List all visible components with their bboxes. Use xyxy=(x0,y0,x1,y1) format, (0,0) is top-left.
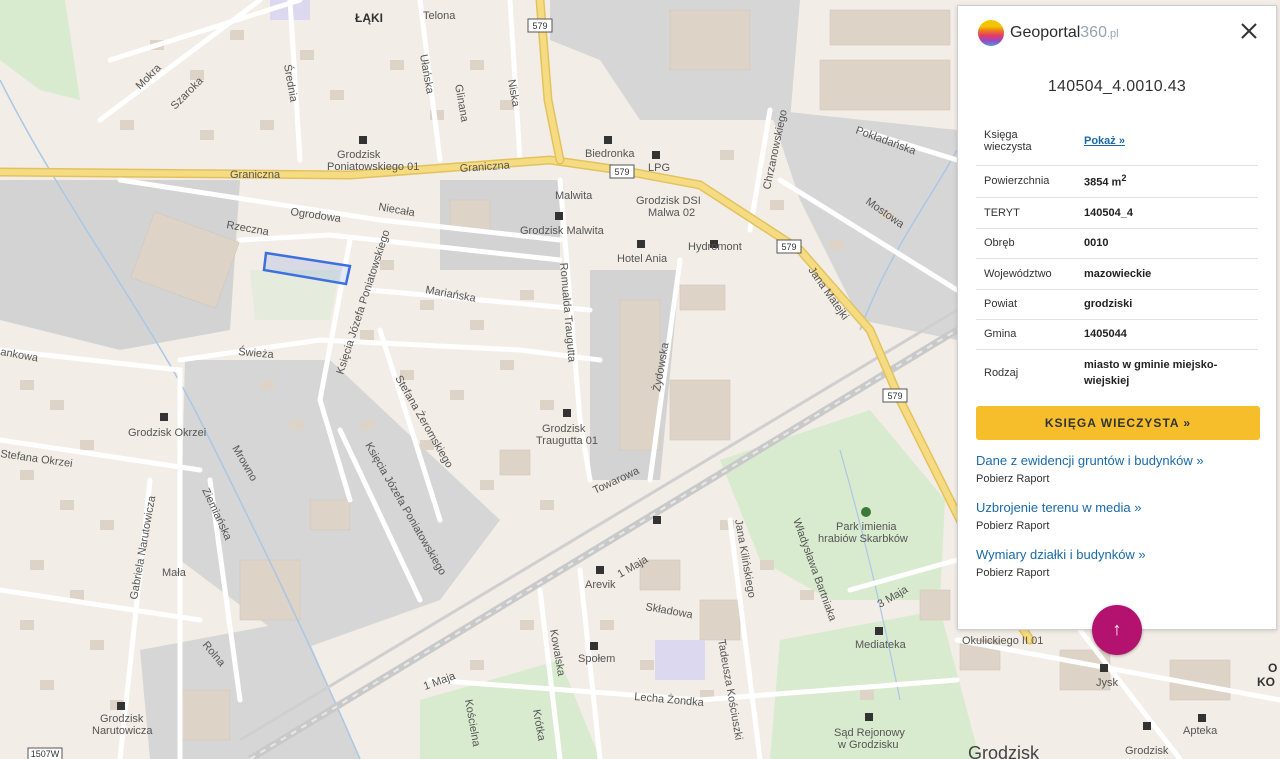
close-button[interactable] xyxy=(1238,20,1260,42)
show-land-register-link[interactable]: Pokaż » xyxy=(1084,135,1125,147)
map-label: Grodzisk xyxy=(968,743,1040,759)
info-key: Powierzchnia xyxy=(976,165,1076,198)
info-key: TERYT xyxy=(976,197,1076,229)
logo-num: 360 xyxy=(1080,24,1107,41)
info-row: Obręb 0010 xyxy=(976,228,1258,259)
info-value: Pokaż » xyxy=(1076,117,1258,166)
svg-text:1507W: 1507W xyxy=(31,749,60,759)
report-block: Dane z ewidencji gruntów i budynków » Po… xyxy=(976,453,1266,485)
logo-main: Geoportal xyxy=(1010,24,1081,41)
map-label: Telona xyxy=(423,10,456,22)
map-label: LPG xyxy=(648,162,670,174)
info-key: Obręb xyxy=(976,228,1076,259)
info-row: Województwo mazowieckie xyxy=(976,258,1258,290)
dimensions-link[interactable]: Wymiary działki i budynków » xyxy=(976,547,1266,562)
area-value: 3854 m xyxy=(1084,176,1122,189)
info-value: miasto w gminie miejsko-wiejskiej xyxy=(1084,359,1218,388)
svg-text:579: 579 xyxy=(781,242,796,252)
tree-icon xyxy=(861,507,871,517)
map-label: Mała xyxy=(162,567,187,579)
map-label: Apteka xyxy=(1183,725,1218,737)
info-value: 140504_4 xyxy=(1076,197,1258,229)
parcel-info-table: Księga wieczysta Pokaż » Powierzchnia 38… xyxy=(976,117,1258,397)
logo-tld: .pl xyxy=(1106,28,1119,40)
land-register-button[interactable]: KSIĘGA WIECZYSTA » xyxy=(976,406,1260,440)
road-shield: 579 xyxy=(609,164,635,179)
logo-text: Geoportal360.pl xyxy=(1010,24,1119,42)
map-label: Społem xyxy=(578,653,615,665)
info-key: Rodzaj xyxy=(984,367,1019,380)
info-key: Księga wieczysta xyxy=(976,117,1076,166)
map-label: Sąd Rejonowy w Grodzisku xyxy=(834,727,905,751)
road-shield: 579 xyxy=(527,18,553,33)
parcel-id: 140504_4.0010.43 xyxy=(1047,78,1187,95)
map-label: ŁĄKI xyxy=(355,11,383,25)
map-label: Malwita xyxy=(555,190,593,202)
map-label: Hotel Ania xyxy=(617,253,668,265)
info-key: Powiat xyxy=(976,289,1076,320)
scroll-up-button[interactable]: ↑ xyxy=(1092,605,1142,655)
svg-text:579: 579 xyxy=(887,391,902,401)
download-report-text[interactable]: Pobierz Raport xyxy=(976,520,1266,532)
map-label: Grodzisk Malwita xyxy=(520,225,605,237)
parcel-info-panel: Geoportal360.pl 140504_4.0010.43 Księga … xyxy=(957,5,1277,630)
map-label: Hydromont xyxy=(688,241,742,253)
info-row: TERYT 140504_4 xyxy=(976,197,1258,229)
utilities-link[interactable]: Uzbrojenie terenu w media » xyxy=(976,500,1266,515)
svg-text:579: 579 xyxy=(532,21,547,31)
logo-ball-icon xyxy=(978,20,1004,46)
map-label: Grodzisk xyxy=(1125,745,1169,757)
info-row: Powierzchnia 3854 m2 xyxy=(976,165,1258,198)
map-label: Arevik xyxy=(585,579,616,591)
info-value: 3854 m2 xyxy=(1076,165,1258,198)
info-row: Rodzaj miasto w gminie miejsko-wiejskiej xyxy=(976,349,1258,397)
arrow-up-icon: ↑ xyxy=(1112,619,1122,639)
download-report-text[interactable]: Pobierz Raport xyxy=(976,567,1266,579)
map-label: Grodzisk Okrzei xyxy=(128,427,206,439)
map-label: Mediateka xyxy=(855,639,907,651)
report-block: Wymiary działki i budynków » Pobierz Rap… xyxy=(976,547,1266,579)
svg-text:579: 579 xyxy=(614,167,629,177)
map-label: Graniczna xyxy=(230,169,281,181)
land-records-link[interactable]: Dane z ewidencji gruntów i budynków » xyxy=(976,453,1266,468)
road-shield: 579 xyxy=(776,239,802,254)
info-row: Powiat grodziski xyxy=(976,289,1258,320)
close-icon xyxy=(1241,23,1257,39)
download-report-text[interactable]: Pobierz Raport xyxy=(976,473,1266,485)
info-row: Gmina 1405044 xyxy=(976,319,1258,350)
road-shield: 1507W xyxy=(27,747,63,759)
geoportal-logo[interactable]: Geoportal360.pl xyxy=(978,20,1119,46)
info-value: mazowieckie xyxy=(1076,258,1258,290)
area-unit-sup: 2 xyxy=(1121,173,1127,184)
info-value: 0010 xyxy=(1076,228,1258,259)
map-label: Biedronka xyxy=(585,148,635,160)
report-block: Uzbrojenie terenu w media » Pobierz Rapo… xyxy=(976,500,1266,532)
info-value: grodziski xyxy=(1076,289,1258,320)
info-row: Księga wieczysta Pokaż » xyxy=(976,117,1258,166)
map-label: Okulickiego II 01 xyxy=(962,635,1043,647)
road-shield: 579 xyxy=(882,388,908,403)
info-value: 1405044 xyxy=(1076,319,1258,350)
info-key: Województwo xyxy=(976,258,1076,290)
info-key: Gmina xyxy=(976,319,1076,350)
map-label: Jysk xyxy=(1096,677,1119,689)
